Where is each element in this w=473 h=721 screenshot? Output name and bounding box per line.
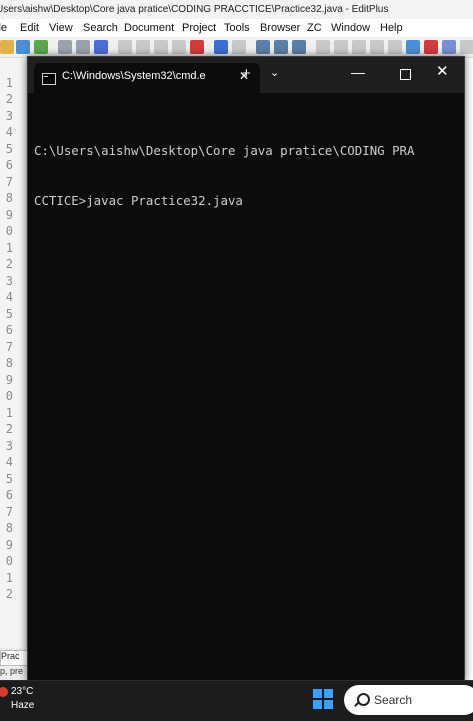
cmd-tab-title: C:\Windows\System32\cmd.e — [62, 70, 206, 82]
redo-icon[interactable] — [232, 40, 246, 54]
terminal-output[interactable]: C:\Users\aishw\Desktop\Core java pratice… — [34, 110, 454, 242]
find-icon[interactable] — [256, 40, 270, 54]
line-number: 4 — [5, 125, 13, 139]
cmd-tab[interactable]: C:\Windows\System32\cmd.e ✕ — [34, 63, 260, 93]
save-icon[interactable] — [16, 40, 30, 54]
editor-line-gutter: 1 2 3 4 5 6 7 8 9 0 1 2 3 4 5 6 7 8 9 0 … — [0, 58, 27, 648]
menu-zc[interactable]: ZC — [307, 19, 322, 37]
word-wrap-icon[interactable] — [316, 40, 330, 54]
line-number: 7 — [5, 175, 13, 189]
check-icon[interactable] — [424, 40, 438, 54]
windows-start-icon[interactable] — [313, 689, 333, 709]
search-label: Search — [374, 693, 413, 707]
line-number: 6 — [5, 158, 13, 172]
copy-icon[interactable] — [136, 40, 150, 54]
close-window-button[interactable]: ✕ — [436, 62, 449, 80]
weather-alert-icon[interactable] — [0, 687, 8, 697]
delete-icon[interactable] — [190, 40, 204, 54]
line-number: 7 — [5, 340, 13, 354]
menu-view[interactable]: View — [49, 19, 73, 37]
line-number: 3 — [5, 439, 13, 453]
taskbar: 23°C Haze Search — [0, 680, 473, 721]
menu-help[interactable]: Help — [380, 19, 403, 37]
weather-condition[interactable]: Haze — [11, 700, 34, 711]
clipboard-icon[interactable] — [172, 40, 186, 54]
menu-project[interactable]: Project — [182, 19, 216, 37]
menu-edit[interactable]: Edit — [20, 19, 39, 37]
save-all-icon[interactable] — [34, 40, 48, 54]
line-number: 8 — [5, 521, 13, 535]
terminal-line: C:\Users\aishw\Desktop\Core java pratice… — [34, 143, 415, 158]
line-number: 8 — [5, 191, 13, 205]
terminal-icon — [42, 73, 56, 85]
line-number: 3 — [5, 274, 13, 288]
menu-browser[interactable]: Browser — [260, 19, 300, 37]
minimize-button[interactable]: — — [351, 64, 365, 80]
line-number: 5 — [5, 142, 13, 156]
indent-icon[interactable] — [388, 40, 402, 54]
font-size-icon[interactable] — [334, 40, 348, 54]
line-number: 0 — [5, 389, 13, 403]
tools-icon[interactable] — [442, 40, 456, 54]
chevron-down-icon[interactable]: ⌄ — [270, 66, 279, 79]
menu-window[interactable]: Window — [331, 19, 370, 37]
menu-search[interactable]: Search — [83, 19, 118, 37]
print-icon[interactable] — [58, 40, 72, 54]
line-number: 1 — [5, 571, 13, 585]
line-number: 9 — [5, 208, 13, 222]
find-next-icon[interactable] — [274, 40, 288, 54]
open-icon[interactable] — [0, 40, 14, 54]
undo-icon[interactable] — [214, 40, 228, 54]
cmd-window: C:\Windows\System32\cmd.e ✕ + ⌄ — ✕ C:\U… — [27, 56, 465, 682]
line-number: 5 — [5, 472, 13, 486]
weather-temperature[interactable]: 23°C — [11, 686, 33, 697]
line-number: 0 — [5, 554, 13, 568]
line-number: 1 — [5, 406, 13, 420]
menu-tools[interactable]: Tools — [224, 19, 250, 37]
line-number: 3 — [5, 109, 13, 123]
line-number: 1 — [5, 241, 13, 255]
line-number: 0 — [5, 224, 13, 238]
editor-title: Users\aishw\Desktop\Core java pratice\CO… — [0, 4, 389, 15]
line-number: 1 — [5, 76, 13, 90]
line-number: 6 — [5, 488, 13, 502]
line-number: 6 — [5, 323, 13, 337]
editor-status-bar: p, pre — [0, 666, 24, 676]
abc-icon[interactable] — [406, 40, 420, 54]
terminal-line: CCTICE>javac Practice32.java — [34, 192, 243, 208]
cut-icon[interactable] — [118, 40, 132, 54]
line-number: 2 — [5, 587, 13, 601]
line-number: 2 — [5, 257, 13, 271]
new-tab-button[interactable]: + — [242, 65, 251, 82]
line-number: 9 — [5, 538, 13, 552]
line-number: 4 — [5, 455, 13, 469]
preview-icon[interactable] — [460, 40, 473, 54]
search-icon — [357, 693, 370, 706]
editor-toolbar — [0, 37, 473, 58]
menu-file[interactable]: lle — [0, 19, 7, 37]
taskbar-search-box[interactable]: Search — [344, 685, 473, 715]
hex-icon[interactable] — [352, 40, 366, 54]
line-number: 2 — [5, 422, 13, 436]
cmd-title-bar[interactable]: C:\Windows\System32\cmd.e ✕ + ⌄ — ✕ — [28, 57, 464, 93]
column-icon[interactable] — [370, 40, 384, 54]
editor-title-bar: Users\aishw\Desktop\Core java pratice\CO… — [0, 0, 473, 19]
replace-icon[interactable] — [292, 40, 306, 54]
line-number: 5 — [5, 307, 13, 321]
spellcheck-icon[interactable] — [94, 40, 108, 54]
line-number: 9 — [5, 373, 13, 387]
line-number: 7 — [5, 505, 13, 519]
paste-icon[interactable] — [154, 40, 168, 54]
line-number: 4 — [5, 290, 13, 304]
line-number: 2 — [5, 92, 13, 106]
line-number: 8 — [5, 356, 13, 370]
editor-menu-bar: lle Edit View Search Document Project To… — [0, 19, 473, 37]
maximize-button[interactable] — [400, 69, 411, 80]
menu-document[interactable]: Document — [124, 19, 174, 37]
print-preview-icon[interactable] — [76, 40, 90, 54]
